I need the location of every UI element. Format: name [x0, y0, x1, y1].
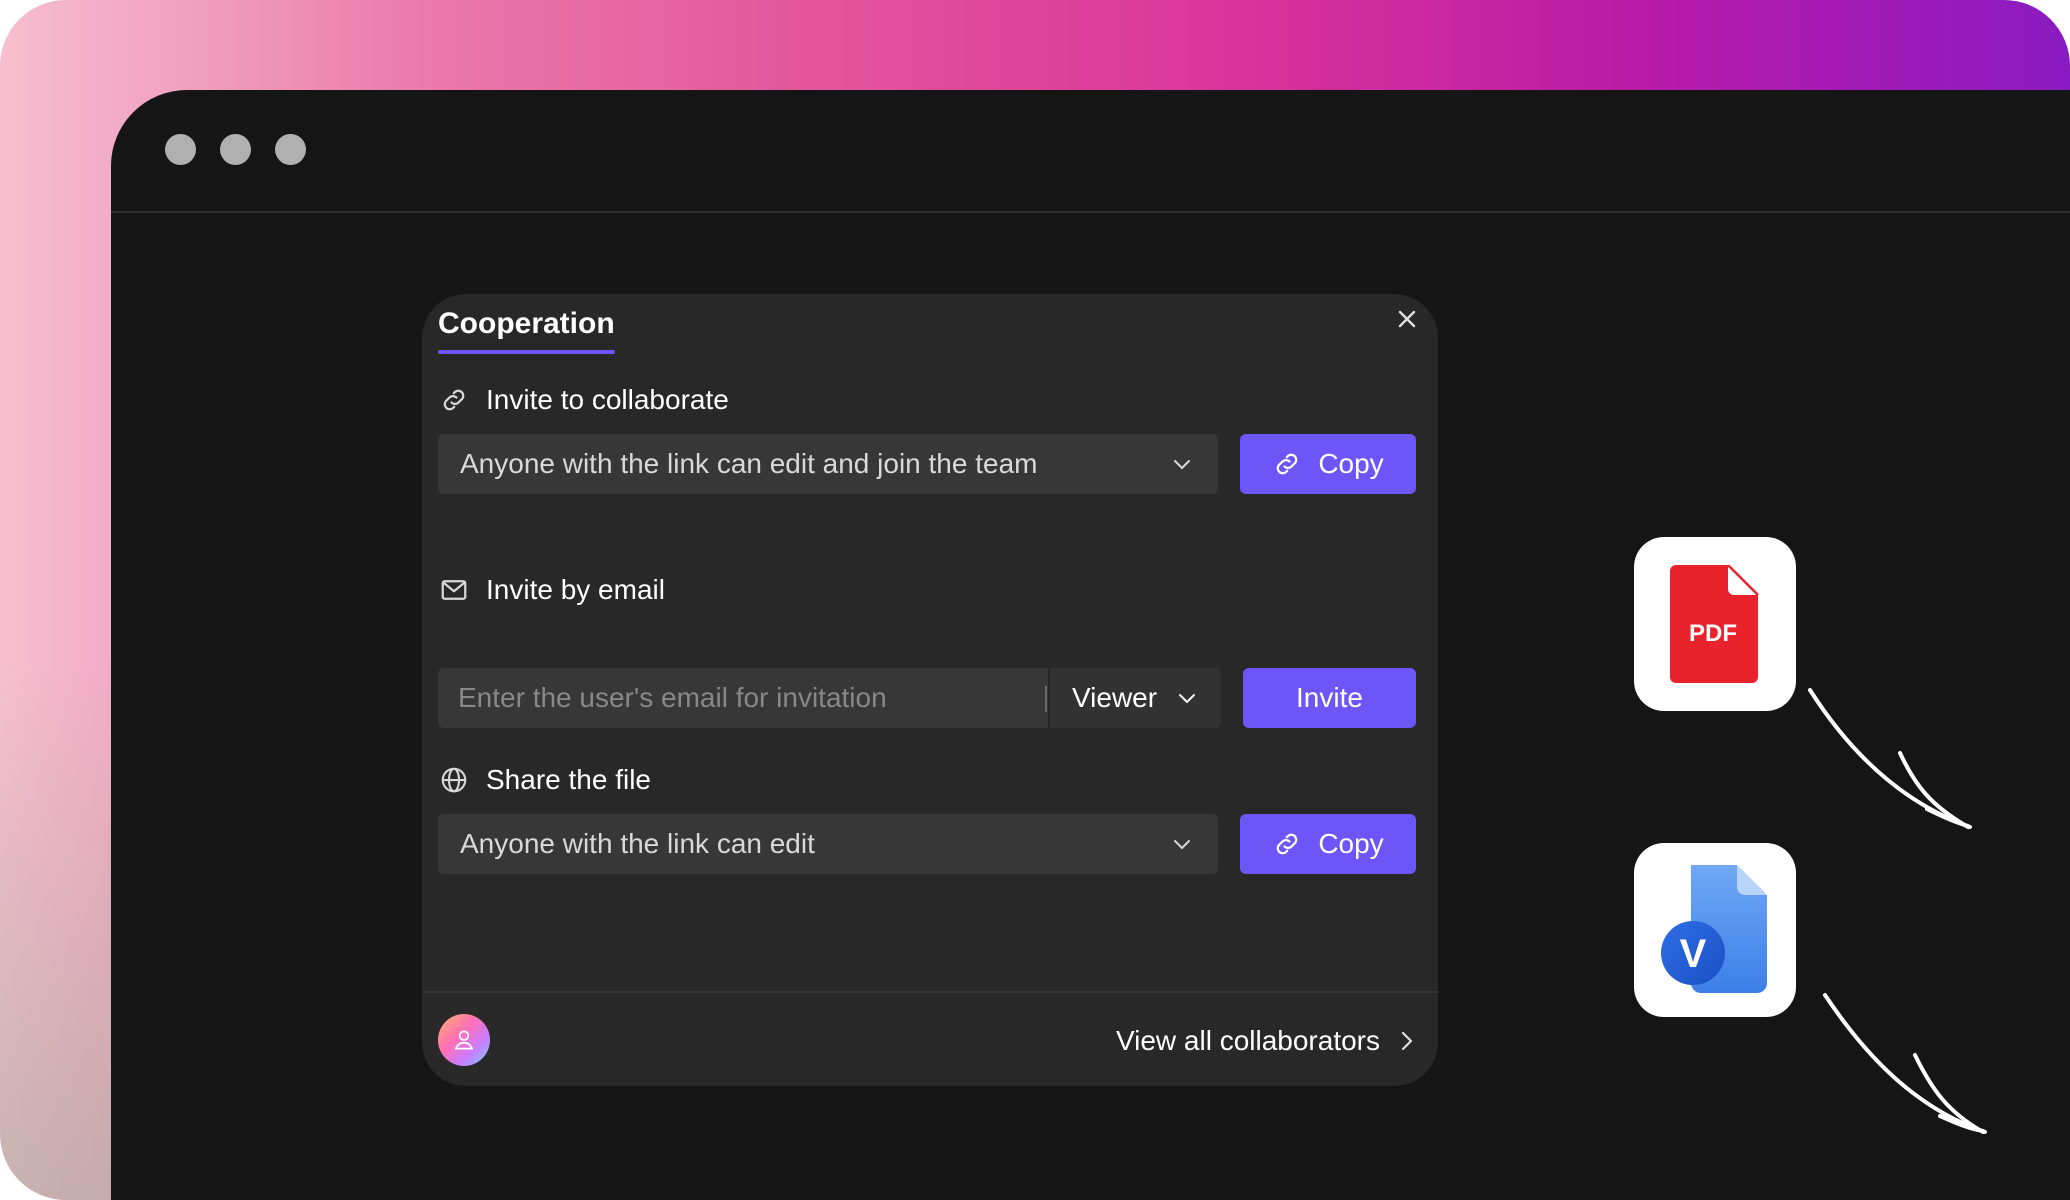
- copy-button-label: Copy: [1318, 448, 1384, 479]
- globe-icon: [438, 764, 470, 796]
- window-minimize-dot[interactable]: [220, 134, 251, 165]
- email-invite-field-group: Viewer: [438, 668, 1221, 728]
- chevron-down-icon: [1174, 460, 1190, 469]
- invite-email-heading: Invite by email: [438, 574, 665, 606]
- invite-collaborate-label: Invite to collaborate: [486, 384, 729, 415]
- tab-active-indicator: [438, 350, 615, 354]
- link-icon: [1276, 453, 1298, 475]
- invite-button[interactable]: Invite: [1243, 668, 1416, 728]
- chevron-down-icon: [1179, 694, 1195, 703]
- view-all-label: View all collaborators: [1115, 1025, 1380, 1056]
- close-button[interactable]: [1390, 302, 1424, 336]
- link-icon: [1276, 833, 1298, 855]
- copy-collaborate-link-button[interactable]: Copy: [1240, 434, 1416, 494]
- role-select-value: Viewer: [1072, 682, 1158, 713]
- window-maximize-dot[interactable]: [275, 134, 306, 165]
- copy-share-link-button[interactable]: Copy: [1240, 814, 1416, 874]
- user-icon: [454, 1030, 474, 1050]
- dialog-title-tab[interactable]: Cooperation: [438, 300, 615, 352]
- collaborate-permission-value: Anyone with the link can edit and join t…: [460, 448, 1038, 479]
- avatar[interactable]: [438, 1014, 490, 1066]
- link-icon: [438, 384, 470, 416]
- share-file-heading: Share the file: [438, 764, 651, 796]
- chevron-right-icon: [1401, 1031, 1413, 1051]
- titlebar-divider: [111, 211, 2070, 213]
- pdf-app-tile[interactable]: PDF: [1634, 537, 1796, 711]
- cooperation-dialog: Cooperation Invite to collaborate Anyone…: [422, 294, 1438, 1086]
- share-file-label: Share the file: [486, 764, 651, 795]
- window-close-dot[interactable]: [165, 134, 196, 165]
- view-all-collaborators-link[interactable]: View all collaborators: [1116, 1016, 1416, 1066]
- visio-label: V: [1680, 932, 1707, 976]
- arrow-visio-icon: [1823, 993, 1987, 1134]
- arrow-pdf-icon: [1808, 688, 1972, 829]
- invite-button-label: Invite: [1296, 682, 1363, 713]
- mail-icon: [438, 574, 470, 606]
- window-controls: [165, 134, 306, 165]
- collaborate-permission-select[interactable]: Anyone with the link can edit and join t…: [438, 434, 1218, 494]
- share-permission-select[interactable]: Anyone with the link can edit: [438, 814, 1218, 874]
- invite-email-label: Invite by email: [486, 574, 665, 605]
- role-select[interactable]: Viewer: [1048, 668, 1221, 728]
- footer-divider: [422, 991, 1438, 993]
- chevron-down-icon: [1174, 840, 1190, 849]
- invite-collaborate-heading: Invite to collaborate: [438, 384, 729, 416]
- close-icon: [1398, 310, 1416, 328]
- share-permission-value: Anyone with the link can edit: [460, 828, 815, 859]
- visio-file-icon: V: [1661, 865, 1767, 993]
- visio-app-tile[interactable]: V: [1634, 843, 1796, 1017]
- email-input[interactable]: [438, 668, 1043, 728]
- pdf-file-icon: PDF: [1670, 565, 1759, 683]
- pdf-label: PDF: [1689, 620, 1737, 647]
- copy-button-label: Copy: [1318, 828, 1384, 859]
- input-separator: [1045, 686, 1047, 712]
